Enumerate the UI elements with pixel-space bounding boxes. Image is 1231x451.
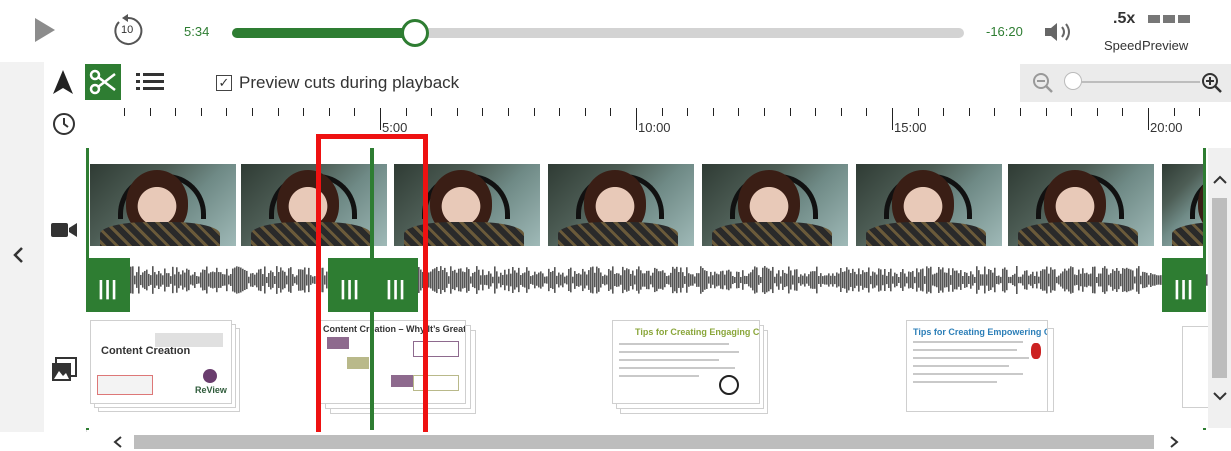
speed-label: Speed bbox=[1104, 38, 1142, 53]
horizontal-scroll-thumb[interactable] bbox=[134, 435, 1154, 449]
zoom-out-icon[interactable] bbox=[1030, 70, 1056, 96]
ruler-tick bbox=[1045, 108, 1047, 116]
ruler-label: 20:00 bbox=[1150, 120, 1183, 135]
ruler-tick bbox=[917, 108, 919, 116]
video-frame bbox=[90, 164, 236, 246]
list-icon[interactable] bbox=[132, 68, 168, 96]
preview-label: Preview bbox=[1142, 38, 1189, 53]
progress-fill bbox=[232, 28, 415, 38]
ruler-tick bbox=[1020, 108, 1021, 116]
scissors-icon bbox=[87, 66, 119, 98]
video-frame bbox=[1162, 164, 1204, 246]
cut-handle-end[interactable]: ||| bbox=[1162, 258, 1206, 320]
video-frame bbox=[1008, 164, 1154, 246]
ruler-tick bbox=[1096, 108, 1098, 116]
progress-thumb[interactable] bbox=[401, 19, 429, 47]
ruler-tick bbox=[610, 108, 612, 116]
ruler-label: 5:00 bbox=[382, 120, 408, 135]
video-frame bbox=[856, 164, 1002, 246]
ruler-tick bbox=[226, 108, 228, 116]
ruler-tick bbox=[1173, 108, 1175, 116]
ruler-tick bbox=[738, 108, 740, 116]
ruler-label: 15:00 bbox=[894, 120, 927, 135]
ruler-tick bbox=[712, 108, 714, 116]
ruler-tick bbox=[687, 108, 689, 116]
image-gallery-icon bbox=[50, 356, 78, 384]
speed-button[interactable]: .5x bbox=[1113, 10, 1135, 28]
scroll-right-icon[interactable] bbox=[1164, 433, 1184, 451]
ruler-tick bbox=[764, 108, 765, 116]
ruler-tick bbox=[303, 108, 305, 116]
ruler-tick bbox=[354, 108, 356, 116]
video-frame bbox=[702, 164, 848, 246]
ruler-tick bbox=[559, 108, 561, 116]
rewind-10-icon[interactable]: 10 bbox=[110, 12, 146, 50]
preview-cuts-toggle[interactable]: ✓ Preview cuts during playback bbox=[216, 73, 459, 93]
chevron-up-icon[interactable] bbox=[1210, 170, 1230, 190]
ruler-tick bbox=[1199, 108, 1201, 116]
progress-slider[interactable] bbox=[232, 19, 964, 47]
ruler-major-tick bbox=[1148, 108, 1149, 130]
ruler-tick bbox=[200, 108, 202, 116]
ruler-tick bbox=[149, 108, 151, 116]
volume-icon[interactable] bbox=[1042, 18, 1080, 46]
ruler-tick bbox=[277, 108, 279, 116]
ruler-tick bbox=[328, 108, 330, 116]
zoom-thumb[interactable] bbox=[1064, 72, 1082, 90]
ruler-tick bbox=[124, 108, 125, 116]
arrow-cursor-icon[interactable] bbox=[48, 66, 78, 98]
ruler-tick bbox=[584, 108, 586, 116]
ruler-major-tick bbox=[380, 108, 381, 130]
slide-title: Tips for Creating Empowering Content bbox=[913, 327, 1047, 337]
ruler-tick bbox=[661, 108, 663, 116]
cut-region-highlight bbox=[316, 134, 428, 442]
timeline-ruler[interactable]: 5:00 10:00 15:00 20:00 bbox=[86, 102, 1208, 149]
ruler-major-tick bbox=[892, 108, 893, 130]
ruler-tick bbox=[533, 108, 535, 116]
ruler-tick bbox=[968, 108, 970, 116]
audio-waveform bbox=[86, 266, 1208, 294]
remaining-time: -16:20 bbox=[986, 24, 1023, 39]
ruler-tick bbox=[1122, 108, 1124, 116]
ruler-tick bbox=[431, 108, 433, 116]
cut-handle-start[interactable]: ||| bbox=[86, 258, 130, 320]
ruler-tick bbox=[866, 108, 868, 116]
video-camera-icon bbox=[50, 218, 78, 242]
preview-cuts-checkbox[interactable]: ✓ bbox=[216, 75, 232, 91]
ruler-major-tick bbox=[636, 108, 637, 130]
ruler-tick bbox=[456, 108, 458, 116]
ruler-tick bbox=[405, 108, 407, 116]
video-frame bbox=[548, 164, 694, 246]
elapsed-time: 5:34 bbox=[184, 24, 210, 39]
skip-seconds-label: 10 bbox=[121, 24, 134, 36]
chevron-left-icon[interactable] bbox=[6, 240, 30, 270]
ruler-tick bbox=[252, 108, 253, 116]
slide-logo-text: ReView bbox=[195, 385, 227, 395]
vertical-scroll-thumb[interactable] bbox=[1212, 198, 1227, 378]
ruler-label: 10:00 bbox=[638, 120, 671, 135]
ruler-tick bbox=[508, 108, 509, 116]
clock-icon bbox=[50, 110, 78, 138]
scroll-left-icon[interactable] bbox=[108, 433, 128, 451]
preview-icon[interactable] bbox=[1147, 12, 1193, 26]
slides-track[interactable]: Content Creation ReView Content Creation… bbox=[86, 312, 1210, 428]
ruler-tick bbox=[943, 108, 945, 116]
zoom-slider[interactable] bbox=[1071, 81, 1200, 83]
zoom-in-icon[interactable] bbox=[1198, 70, 1226, 96]
ruler-tick bbox=[789, 108, 791, 116]
chevron-down-icon[interactable] bbox=[1210, 386, 1230, 406]
ruler-tick bbox=[994, 108, 996, 116]
ruler-tick bbox=[482, 108, 484, 116]
ruler-tick bbox=[1071, 108, 1073, 116]
ruler-tick bbox=[175, 108, 177, 116]
play-icon[interactable] bbox=[30, 14, 60, 46]
preview-cuts-label: Preview cuts during playback bbox=[239, 73, 460, 92]
ruler-tick bbox=[815, 108, 817, 116]
ruler-tick bbox=[840, 108, 842, 116]
slide-title: Tips for Creating Engaging Content bbox=[635, 327, 760, 337]
